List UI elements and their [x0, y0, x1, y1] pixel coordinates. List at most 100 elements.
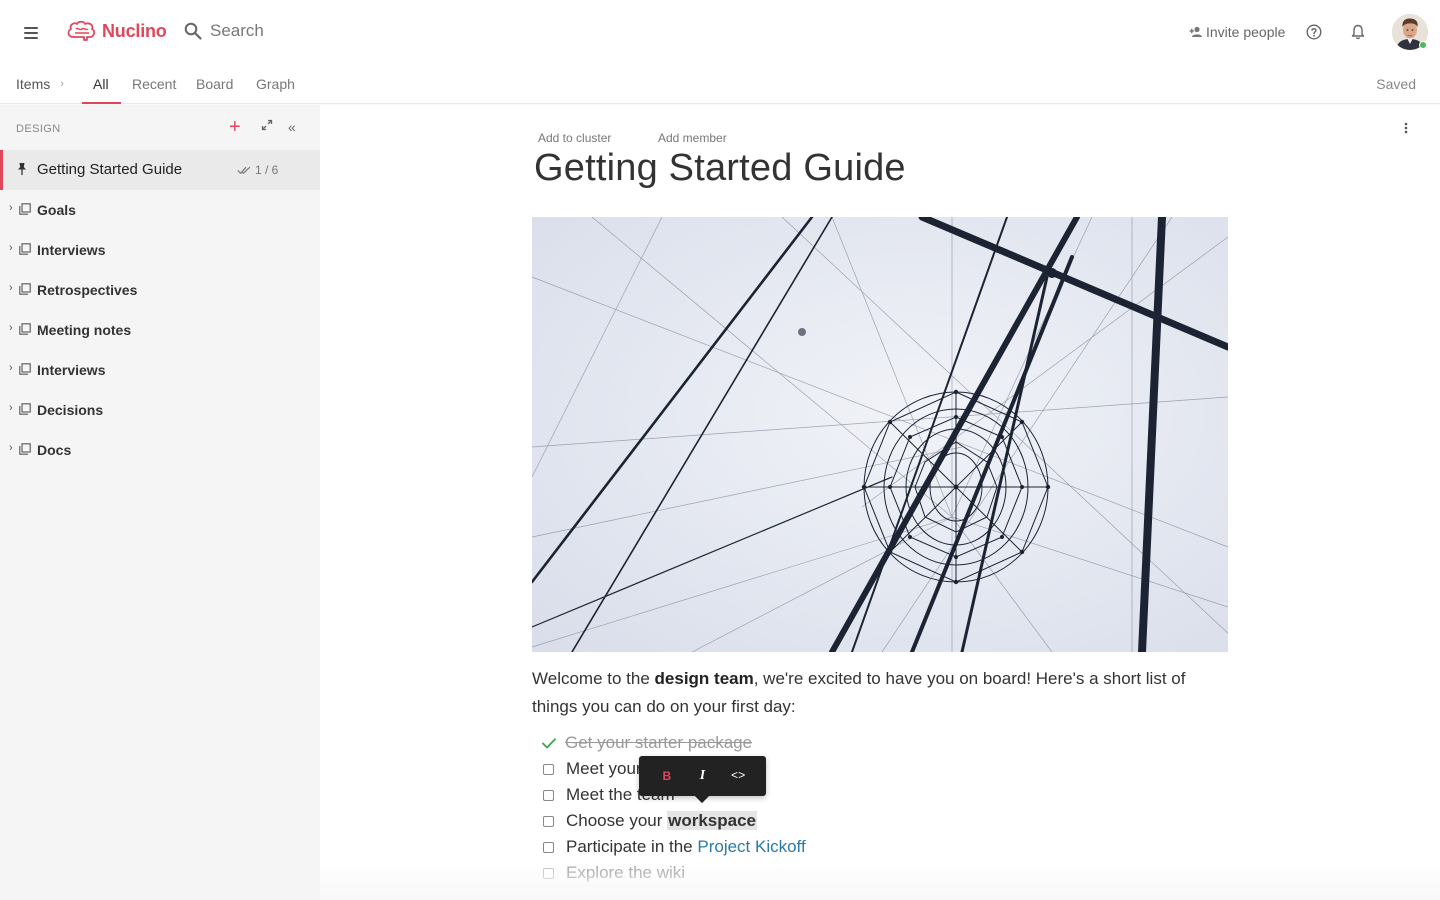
view-tabs-bar: Items › All Recent Board Graph Saved — [0, 64, 1440, 104]
brain-logo-icon — [67, 20, 96, 41]
chevron-right-icon[interactable]: › — [9, 322, 13, 334]
checklist-item[interactable]: Meet your — [540, 756, 642, 782]
intro-paragraph[interactable]: Welcome to the design team, we're excite… — [532, 665, 1232, 721]
tab-all[interactable]: All — [82, 76, 120, 104]
sidebar-item-label: Retrospectives — [37, 282, 138, 298]
document-area: Add to cluster Add member Getting Starte… — [320, 105, 1440, 900]
save-status: Saved — [1376, 76, 1416, 92]
cluster-icon — [19, 203, 31, 215]
more-options-icon[interactable] — [1404, 121, 1408, 135]
chevron-right-icon: › — [60, 78, 64, 90]
top-bar: Nuclino Search Invite people — [0, 0, 1440, 64]
checklist-item-label: Meet your — [566, 759, 642, 778]
sidebar-item-label: Getting Started Guide — [37, 161, 183, 178]
cluster-icon — [19, 323, 31, 335]
sidebar-item-meeting-notes[interactable]: › Meeting notes — [0, 310, 320, 350]
cluster-icon — [19, 363, 31, 375]
checklist-item[interactable]: Participate in the Project Kickoff — [540, 834, 806, 860]
chevron-right-icon[interactable]: › — [9, 242, 13, 254]
app-logo[interactable]: Nuclino — [66, 19, 167, 43]
double-check-icon — [237, 166, 251, 174]
sidebar-item-retrospectives[interactable]: › Retrospectives — [0, 270, 320, 310]
workspace-name: DESIGN — [16, 123, 61, 135]
tab-graph-label: Graph — [256, 76, 295, 92]
checklist-item-label: Get your starter package — [565, 733, 753, 752]
italic-button[interactable]: I — [688, 762, 716, 790]
checklist-item[interactable]: Get your starter package — [540, 730, 752, 756]
expand-icon[interactable] — [261, 119, 273, 131]
menu-icon[interactable] — [20, 22, 44, 42]
cluster-icon — [19, 403, 31, 415]
checklist-item[interactable]: Choose your workspace — [540, 808, 758, 834]
sidebar-item-interviews[interactable]: › Interviews — [0, 230, 320, 270]
search-placeholder: Search — [210, 21, 264, 40]
add-item-icon[interactable]: + — [229, 117, 241, 137]
cluster-icon — [19, 443, 31, 455]
invite-people-button[interactable]: Invite people — [1189, 24, 1285, 40]
bold-button[interactable]: B — [653, 762, 681, 790]
checklist-item-label: Participate in the Project Kickoff — [566, 837, 806, 857]
chevron-right-icon[interactable]: › — [9, 442, 13, 454]
search-icon — [184, 22, 202, 40]
sidebar-item-decisions[interactable]: › Decisions — [0, 390, 320, 430]
tab-board-label: Board — [196, 76, 234, 92]
chevron-right-icon[interactable]: › — [9, 362, 13, 374]
sidebar-item-label: Interviews — [37, 242, 106, 258]
intro-bold-text: design team — [654, 669, 754, 688]
sidebar-item-label: Meeting notes — [37, 322, 132, 338]
sidebar-item-label: Docs — [37, 442, 72, 458]
checklist-item-label: Choose your workspace — [566, 811, 758, 831]
tab-recent-label: Recent — [132, 76, 177, 92]
document-title[interactable]: Getting Started Guide — [534, 147, 906, 190]
checkbox[interactable] — [543, 815, 554, 827]
checklist-item[interactable]: Explore the wiki — [540, 860, 685, 886]
sidebar-item-label: Decisions — [37, 402, 104, 418]
chevron-right-icon[interactable]: › — [9, 202, 13, 214]
checklist-item-text: Choose your — [566, 811, 668, 830]
sidebar-item-goals[interactable]: › Goals — [0, 190, 320, 230]
collapse-sidebar-icon[interactable]: « — [288, 119, 296, 135]
add-member-link[interactable]: Add member — [658, 131, 727, 145]
bell-icon[interactable] — [1351, 24, 1365, 40]
selected-text[interactable]: workspace — [667, 811, 758, 830]
scroll-fade — [320, 860, 1440, 900]
checkmark-icon[interactable] — [542, 737, 556, 749]
checklist-progress-value: 1 / 6 — [255, 163, 279, 177]
online-status-dot — [1419, 41, 1427, 49]
help-icon[interactable] — [1306, 24, 1322, 40]
tab-graph[interactable]: Graph — [256, 76, 295, 104]
tab-all-label: All — [93, 76, 109, 92]
pin-icon — [18, 163, 26, 175]
add-person-icon — [1189, 26, 1202, 37]
add-to-cluster-link[interactable]: Add to cluster — [538, 131, 611, 145]
cluster-icon — [19, 243, 31, 255]
tab-recent[interactable]: Recent — [132, 76, 176, 104]
checklist-progress: 1 / 6 — [237, 163, 278, 177]
checkbox[interactable] — [543, 841, 554, 853]
search-input[interactable]: Search — [184, 21, 264, 41]
breadcrumb[interactable]: Items › — [16, 76, 64, 92]
cluster-icon — [19, 283, 31, 295]
checklist-item-label: Explore the wiki — [566, 863, 686, 882]
checkbox[interactable] — [543, 763, 554, 775]
network-sculpture-image — [532, 217, 1228, 652]
project-kickoff-link[interactable]: Project Kickoff — [697, 837, 805, 856]
sidebar-item-getting-started-guide[interactable]: Getting Started Guide 1 / 6 — [0, 150, 320, 190]
sidebar-item-interviews-2[interactable]: › Interviews — [0, 350, 320, 390]
chevron-right-icon[interactable]: › — [9, 282, 13, 294]
invite-people-label: Invite people — [1206, 24, 1286, 40]
code-button[interactable]: <> — [724, 762, 752, 790]
sidebar-item-label: Interviews — [37, 362, 106, 378]
checkbox[interactable] — [543, 867, 554, 879]
breadcrumb-items: Items — [16, 76, 51, 92]
cover-image — [532, 217, 1228, 652]
sidebar: DESIGN + « Getting Started Guide 1 / 6 ›… — [0, 105, 320, 900]
tab-board[interactable]: Board — [196, 76, 233, 104]
app-name: Nuclino — [102, 20, 167, 41]
chevron-right-icon[interactable]: › — [9, 402, 13, 414]
intro-text: Welcome to the — [532, 669, 655, 688]
checklist-item-text: Participate in the — [566, 837, 698, 856]
sidebar-item-docs[interactable]: › Docs — [0, 430, 320, 470]
text-format-toolbar: B I <> — [639, 756, 766, 796]
checkbox[interactable] — [543, 789, 554, 801]
